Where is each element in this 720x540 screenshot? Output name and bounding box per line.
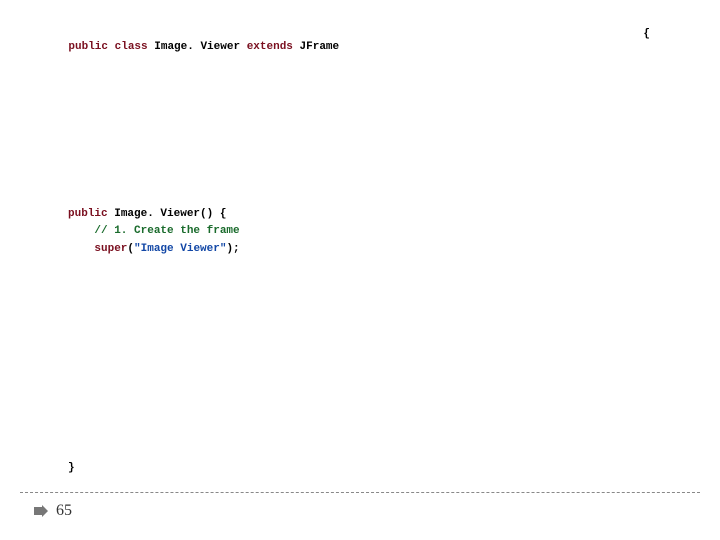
string-literal: "Image Viewer" [134,243,226,255]
constructor-block: public Image. Viewer() { // 1. Create th… [68,188,240,276]
class-name: Image. Viewer [154,41,240,53]
comment-line: // 1. Create the frame [94,225,239,237]
keyword-class: class [115,41,148,53]
code-line-class-decl: public class Image. Viewer extends JFram… [42,28,339,68]
keyword-extends: extends [247,41,293,53]
footer-divider [20,492,700,493]
page-number: 65 [56,502,72,520]
arrow-right-icon [34,505,48,517]
class-open-brace: { [643,28,650,40]
paren-close-semi: ); [226,243,239,255]
keyword-super: super [94,243,127,255]
slide: public class Image. Viewer extends JFram… [0,0,720,540]
keyword-public-ctor: public [68,208,108,220]
ctor-open-brace: { [220,208,227,220]
footer: 65 [34,502,72,520]
supertype-name: JFrame [300,41,340,53]
constructor-name: Image. Viewer() [114,208,213,220]
ctor-close-brace: } [68,462,75,474]
keyword-public: public [68,41,108,53]
